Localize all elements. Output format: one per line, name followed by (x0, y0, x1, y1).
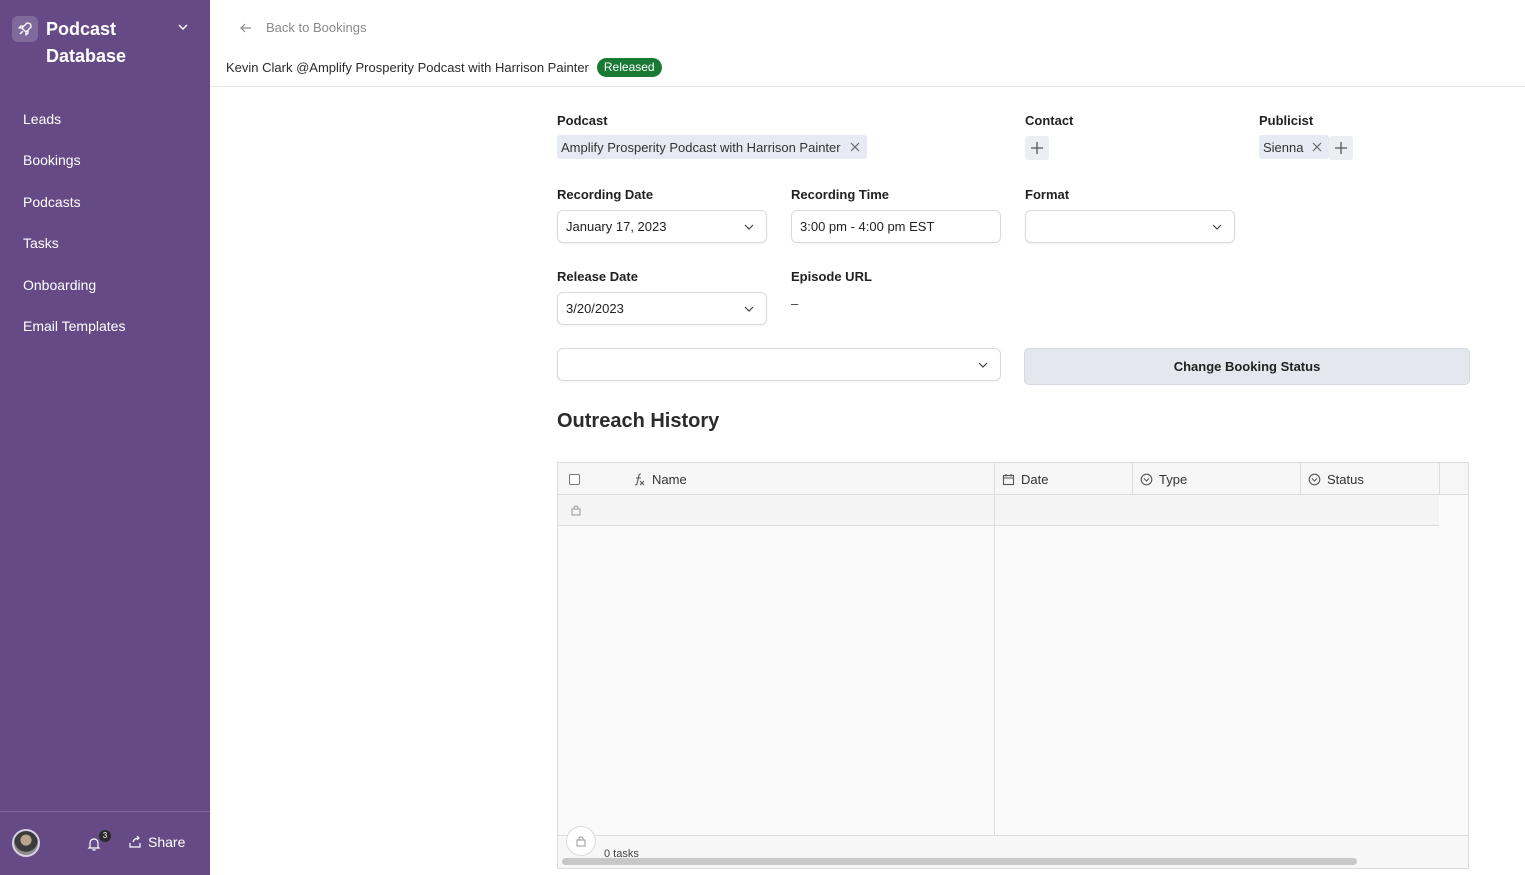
episode-url-value[interactable]: – (791, 296, 798, 311)
recording-time-label: Recording Time (791, 187, 890, 202)
episode-url-label: Episode URL (791, 269, 872, 284)
recording-time-field[interactable]: 3:00 pm - 4:00 pm EST (791, 210, 1001, 243)
add-contact-button[interactable] (1025, 136, 1049, 160)
chevron-down-icon (744, 306, 754, 312)
outreach-table: Name Date Type Status 0 tasks (557, 462, 1469, 869)
add-publicist-button[interactable] (1329, 136, 1353, 160)
share-label: Share (148, 834, 186, 850)
lock-icon (571, 505, 581, 516)
sidebar-footer: 3 Share (0, 811, 210, 875)
sidebar-nav: Leads Bookings Podcasts Tasks Onboarding… (0, 98, 210, 347)
back-to-bookings-link[interactable]: Back to Bookings (240, 20, 366, 35)
status-badge: Released (596, 58, 662, 77)
sidebar-item-podcasts[interactable]: Podcasts (0, 181, 210, 223)
lock-button[interactable] (566, 826, 596, 856)
select-all-checkbox[interactable] (569, 473, 580, 485)
sidebar-item-tasks[interactable]: Tasks (0, 223, 210, 265)
publicist-label: Publicist (1259, 113, 1314, 128)
share-icon (129, 835, 141, 848)
sidebar-item-email-templates[interactable]: Email Templates (0, 306, 210, 348)
release-date-field[interactable]: 3/20/2023 (557, 292, 767, 325)
select-icon (1308, 473, 1321, 485)
podcast-chip[interactable]: Amplify Prosperity Podcast with Harrison… (557, 135, 867, 159)
recording-date-value: January 17, 2023 (566, 219, 667, 234)
app: Podcast Database Leads Bookings Podcasts… (0, 0, 1525, 875)
close-icon[interactable] (1311, 141, 1323, 153)
calendar-icon (1002, 473, 1015, 485)
close-icon[interactable] (849, 141, 861, 153)
change-booking-status-button[interactable]: Change Booking Status (1024, 348, 1470, 385)
sidebar-item-label: Podcasts (23, 193, 81, 210)
publicist-chip[interactable]: Sienna (1259, 135, 1330, 159)
recording-date-field[interactable]: January 17, 2023 (557, 210, 767, 243)
sidebar-item-label: Bookings (23, 152, 81, 169)
sidebar-item-label: Onboarding (23, 276, 97, 293)
sidebar-item-label: Email Templates (23, 318, 126, 335)
back-label: Back to Bookings (266, 20, 367, 35)
avatar[interactable] (12, 829, 40, 857)
chevron-down-icon (978, 362, 988, 368)
sidebar-item-onboarding[interactable]: Onboarding (0, 264, 210, 306)
release-date-value: 3/20/2023 (566, 301, 624, 316)
select-all-cell (558, 463, 618, 495)
frozen-column-divider (994, 463, 995, 868)
sidebar-item-leads[interactable]: Leads (0, 98, 210, 140)
chevron-down-icon (1212, 224, 1222, 230)
chevron-down-icon (744, 224, 754, 230)
add-row[interactable] (558, 495, 1439, 526)
column-label: Date (1021, 471, 1049, 487)
arrow-left-icon (240, 23, 251, 32)
column-label: Name (652, 471, 687, 487)
column-label: Type (1159, 471, 1188, 487)
plus-icon (1031, 142, 1043, 154)
record-title: Kevin Clark @Amplify Prosperity Podcast … (226, 58, 662, 77)
column-type[interactable]: Type (1133, 463, 1301, 495)
podcast-chip-label: Amplify Prosperity Podcast with Harrison… (561, 139, 841, 155)
column-label: Status (1327, 471, 1364, 487)
page-title: Kevin Clark @Amplify Prosperity Podcast … (226, 60, 589, 75)
notification-badge: 3 (99, 830, 111, 842)
record-header: Back to Bookings Kevin Clark @Amplify Pr… (210, 0, 1525, 87)
contact-label: Contact (1025, 113, 1074, 128)
lock-icon (576, 836, 586, 847)
booking-status-select[interactable] (557, 348, 1001, 381)
section-title: Outreach History (557, 410, 720, 432)
select-icon (1140, 473, 1153, 485)
horizontal-scrollbar[interactable] (562, 858, 1357, 865)
column-date[interactable]: Date (995, 463, 1133, 495)
column-name[interactable]: Name (624, 463, 995, 495)
brand[interactable]: Podcast Database (10, 14, 200, 74)
recording-date-label: Recording Date (557, 187, 654, 202)
sidebar-item-label: Leads (23, 110, 62, 127)
publicist-chip-label: Sienna (1263, 139, 1304, 155)
release-date-label: Release Date (557, 269, 638, 284)
sidebar: Podcast Database Leads Bookings Podcasts… (0, 0, 210, 875)
recording-time-value: 3:00 pm - 4:00 pm EST (800, 219, 935, 234)
rocket-icon (12, 16, 38, 42)
plus-icon (1335, 142, 1347, 154)
sidebar-item-label: Tasks (23, 235, 59, 252)
podcast-label: Podcast (557, 113, 608, 128)
column-status[interactable]: Status (1301, 463, 1440, 495)
format-label: Format (1025, 187, 1070, 202)
table-header: Name Date Type Status (558, 463, 1468, 495)
share-button[interactable]: Share (128, 834, 185, 850)
sidebar-item-bookings[interactable]: Bookings (0, 140, 210, 182)
formula-icon (634, 473, 645, 486)
chevron-down-icon[interactable] (176, 20, 190, 34)
format-select[interactable] (1025, 210, 1235, 243)
app-title: Podcast Database (46, 19, 127, 66)
